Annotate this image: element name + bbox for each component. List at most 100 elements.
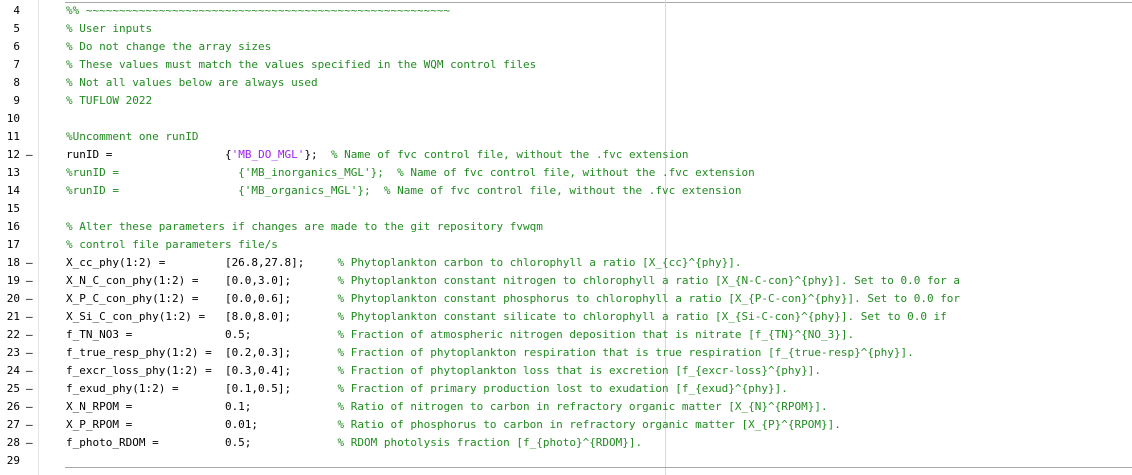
code-text: f_photo_RDOM = 0.5; % RDOM photolysis fr… <box>66 434 642 452</box>
code-line[interactable]: 25– f_exud_phy(1:2) = [0.1,0.5]; % Fracti… <box>0 380 1132 398</box>
line-number: 26 <box>6 400 20 413</box>
line-number: 11 <box>6 130 20 143</box>
code-line[interactable]: 13 %runID = {'MB_inorganics_MGL'}; % Name… <box>0 164 1132 182</box>
code-line[interactable]: 16 % Alter these parameters if changes ar… <box>0 218 1132 236</box>
line-number: 5 <box>13 22 20 35</box>
code-line[interactable]: 20– X_P_C_con_phy(1:2) = [0.0,0.6]; % Phy… <box>0 290 1132 308</box>
code-line[interactable]: 28– f_photo_RDOM = 0.5; % RDOM photolysis… <box>0 434 1132 452</box>
code-comment: %% ~~~~~~~~~~~~~~~~~~~~~~~~~~~~~~~~~~~~~… <box>66 4 451 17</box>
breakpoint-marker[interactable]: – <box>26 416 36 434</box>
code-line[interactable]: 4 %% ~~~~~~~~~~~~~~~~~~~~~~~~~~~~~~~~~~~~… <box>0 2 1132 20</box>
code-statement: X_P_C_con_phy(1:2) = [0.0,0.6]; <box>66 292 338 305</box>
breakpoint-marker[interactable]: – <box>26 272 36 290</box>
line-number: 4 <box>13 4 20 17</box>
line-number: 27 <box>6 418 20 431</box>
code-comment: % Fraction of phytoplankton respiration … <box>337 346 914 359</box>
code-text: f_TN_NO3 = 0.5; % Fraction of atmospheri… <box>66 326 854 344</box>
code-line[interactable]: 27– X_P_RPOM = 0.01; % Ratio of phosphoru… <box>0 416 1132 434</box>
code-line[interactable]: 12– runID = {'MB_DO_MGL'}; % Name of fvc … <box>0 146 1132 164</box>
code-comment: % Phytoplankton constant nitrogen to chl… <box>337 274 961 287</box>
code-comment: % Name of fvc control file, without the … <box>330 148 689 161</box>
code-statement: f_photo_RDOM = 0.5; <box>66 436 338 449</box>
breakpoint-marker[interactable]: – <box>26 326 36 344</box>
code-text: % TUFLOW 2022 <box>66 92 152 110</box>
code-editor[interactable]: 4 %% ~~~~~~~~~~~~~~~~~~~~~~~~~~~~~~~~~~~~… <box>0 0 1132 475</box>
code-comment: %Uncomment one runID <box>66 130 199 143</box>
code-line[interactable]: 10 <box>0 110 1132 128</box>
code-text: X_N_C_con_phy(1:2) = [0.0,3.0]; % Phytop… <box>66 272 960 290</box>
breakpoint-marker[interactable]: – <box>26 146 36 164</box>
code-comment: % Fraction of primary production lost to… <box>337 382 788 395</box>
breakpoint-marker[interactable]: – <box>26 308 36 326</box>
code-line[interactable]: 5 % User inputs <box>0 20 1132 38</box>
code-statement: X_N_C_con_phy(1:2) = [0.0,3.0]; <box>66 274 338 287</box>
code-line[interactable]: 6 % Do not change the array sizes <box>0 38 1132 56</box>
code-line[interactable]: 19– X_N_C_con_phy(1:2) = [0.0,3.0]; % Phy… <box>0 272 1132 290</box>
code-text: X_N_RPOM = 0.1; % Ratio of nitrogen to c… <box>66 398 828 416</box>
code-text: %runID = {'MB_organics_MGL'}; % Name of … <box>66 182 742 200</box>
code-line[interactable]: 17 % control file parameters file/s <box>0 236 1132 254</box>
code-text: %% ~~~~~~~~~~~~~~~~~~~~~~~~~~~~~~~~~~~~~… <box>66 2 450 20</box>
line-number: 8 <box>13 76 20 89</box>
code-text: % Not all values below are always used <box>66 74 318 92</box>
code-text: %Uncomment one runID <box>66 128 198 146</box>
code-comment: % Ratio of nitrogen to carbon in refract… <box>337 400 828 413</box>
line-number: 25 <box>6 382 20 395</box>
line-number: 24 <box>6 364 20 377</box>
cell-divider-bottom <box>65 467 1132 468</box>
code-line[interactable]: 26– X_N_RPOM = 0.1; % Ratio of nitrogen t… <box>0 398 1132 416</box>
code-comment: % Not all values below are always used <box>66 76 318 89</box>
code-line[interactable]: 21– X_Si_C_con_phy(1:2) = [8.0,8.0]; % Ph… <box>0 308 1132 326</box>
code-line[interactable]: 18– X_cc_phy(1:2) = [26.8,27.8]; % Phytop… <box>0 254 1132 272</box>
code-statement: f_TN_NO3 = 0.5; <box>66 328 338 341</box>
code-text: X_P_RPOM = 0.01; % Ratio of phosphorus t… <box>66 416 841 434</box>
code-line[interactable]: 15 <box>0 200 1132 218</box>
code-text: X_P_C_con_phy(1:2) = [0.0,0.6]; % Phytop… <box>66 290 960 308</box>
code-text: % Do not change the array sizes <box>66 38 271 56</box>
code-statement: f_exud_phy(1:2) = [0.1,0.5]; <box>66 382 338 395</box>
line-number: 10 <box>6 112 20 125</box>
line-number: 18 <box>6 256 20 269</box>
code-line[interactable]: 22– f_TN_NO3 = 0.5; % Fraction of atmosph… <box>0 326 1132 344</box>
breakpoint-marker[interactable]: – <box>26 290 36 308</box>
code-comment: % Do not change the array sizes <box>66 40 272 53</box>
code-statement: runID = { <box>66 148 232 161</box>
code-text: % These values must match the values spe… <box>66 56 536 74</box>
code-line[interactable]: 7 % These values must match the values sp… <box>0 56 1132 74</box>
line-number: 15 <box>6 202 20 215</box>
code-text: runID = {'MB_DO_MGL'}; % Name of fvc con… <box>66 146 689 164</box>
code-comment: % Alter these parameters if changes are … <box>66 220 543 233</box>
code-text: f_exud_phy(1:2) = [0.1,0.5]; % Fraction … <box>66 380 788 398</box>
line-number: 14 <box>6 184 20 197</box>
code-statement-tail: }; <box>304 148 331 161</box>
line-number: 21 <box>6 310 20 323</box>
breakpoint-marker[interactable]: – <box>26 344 36 362</box>
code-comment: % These values must match the values spe… <box>66 58 537 71</box>
code-comment: % Phytoplankton carbon to chlorophyll a … <box>337 256 742 269</box>
code-comment: % User inputs <box>66 22 153 35</box>
code-line[interactable]: 23– f_true_resp_phy(1:2) = [0.2,0.3]; % F… <box>0 344 1132 362</box>
code-text: f_true_resp_phy(1:2) = [0.2,0.3]; % Frac… <box>66 344 914 362</box>
string-literal: 'MB_DO_MGL' <box>231 148 305 161</box>
breakpoint-marker[interactable]: – <box>26 254 36 272</box>
code-text: % control file parameters file/s <box>66 236 278 254</box>
code-text: % Alter these parameters if changes are … <box>66 218 543 236</box>
code-comment: %runID = {'MB_organics_MGL'}; % Name of … <box>66 184 742 197</box>
code-comment: % TUFLOW 2022 <box>66 94 153 107</box>
line-number: 22 <box>6 328 20 341</box>
code-statement: X_N_RPOM = 0.1; <box>66 400 338 413</box>
breakpoint-marker[interactable]: – <box>26 380 36 398</box>
breakpoint-marker[interactable]: – <box>26 398 36 416</box>
code-line[interactable]: 24– f_excr_loss_phy(1:2) = [0.3,0.4]; % F… <box>0 362 1132 380</box>
breakpoint-marker[interactable]: – <box>26 434 36 452</box>
line-number: 28 <box>6 436 20 449</box>
code-line[interactable]: 9 % TUFLOW 2022 <box>0 92 1132 110</box>
line-number: 29 <box>6 454 20 467</box>
code-line[interactable]: 11 %Uncomment one runID <box>0 128 1132 146</box>
code-text: % User inputs <box>66 20 152 38</box>
code-line[interactable]: 8 % Not all values below are always used <box>0 74 1132 92</box>
code-statement: X_cc_phy(1:2) = [26.8,27.8]; <box>66 256 338 269</box>
breakpoint-marker[interactable]: – <box>26 362 36 380</box>
code-line[interactable]: 14 %runID = {'MB_organics_MGL'}; % Name o… <box>0 182 1132 200</box>
code-comment: % Phytoplankton constant phosphorus to c… <box>337 292 961 305</box>
